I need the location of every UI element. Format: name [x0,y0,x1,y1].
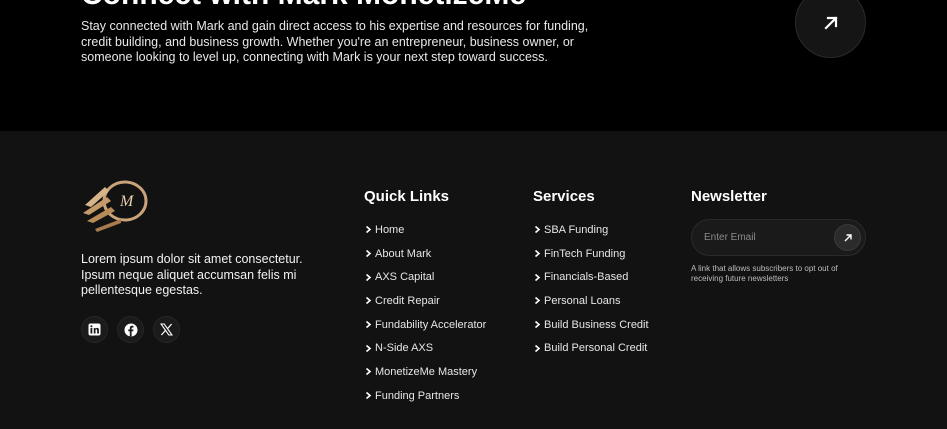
services-link-label: Personal Loans [544,294,621,307]
chevron-right-icon [534,226,541,234]
services-link-build-personal-credit[interactable]: Build Personal Credit [533,336,649,360]
chevron-right-icon [534,344,541,352]
quick-link-fundability-accelerator[interactable]: Fundability Accelerator [364,313,486,337]
facebook-link[interactable] [117,316,144,343]
chevron-right-icon [365,297,372,305]
chevron-right-icon [365,392,372,400]
newsletter-note: A link that allows subscribers to opt ou… [691,264,838,283]
chevron-right-icon [365,273,372,281]
quick-link-axs-capital[interactable]: AXS Capital [364,265,486,289]
svg-text:M: M [119,193,135,210]
newsletter-form [691,219,866,256]
chevron-right-icon [534,297,541,305]
linkedin-link[interactable] [81,316,108,343]
services-link-sba-funding[interactable]: SBA Funding [533,218,649,242]
social-links [81,316,180,343]
quick-link-label: About Mark [375,247,432,260]
services-link-financials-based[interactable]: Financials-Based [533,265,649,289]
newsletter-email-input[interactable] [704,220,832,255]
chevron-right-icon [365,249,372,258]
chevron-right-icon [365,368,372,376]
x-twitter-link[interactable] [153,316,180,343]
quick-link-label: AXS Capital [375,271,435,284]
services-link-personal-loans[interactable]: Personal Loans [533,289,649,313]
quick-link-label: Credit Repair [375,294,440,307]
quick-link-credit-repair[interactable]: Credit Repair [364,289,486,313]
quick-link-label: Fundability Accelerator [375,318,487,331]
logo-mark-icon: M [83,180,148,232]
services-column: Services SBA Funding FinTech Funding Finan… [533,188,649,360]
chevron-right-icon [365,226,372,234]
services-heading: Services [533,188,595,205]
quick-link-label: Funding Partners [375,389,460,402]
services-list: SBA Funding FinTech Funding Financials-Bas… [533,218,649,360]
newsletter-column: Newsletter A link that allows subscriber… [691,188,866,283]
newsletter-submit-button[interactable] [834,224,861,251]
cta-description: Stay connected with Mark and gain direct… [81,19,589,64]
cta-section: Connect with Mark MonetizeMe Stay connec… [0,0,947,131]
chevron-right-icon [365,344,372,352]
quick-link-about-mark[interactable]: About Mark [364,242,486,266]
cta-title: Connect with Mark MonetizeMe [81,0,526,12]
arrow-up-right-icon [823,15,838,30]
chevron-right-icon [534,249,541,258]
linkedin-icon [88,323,101,336]
chevron-right-icon [365,320,372,329]
footer: M Lorem ipsum dolor sit amet consectetur… [0,131,947,429]
quick-link-funding-partners[interactable]: Funding Partners [364,384,486,408]
quick-link-label: N-Side AXS [375,342,434,355]
chevron-right-icon [534,273,541,281]
quick-link-monetizeme-mastery[interactable]: MonetizeMe Mastery [364,360,486,384]
quick-links-column: Quick Links Home About Mark AXS Capital Cre… [364,188,486,408]
quick-link-label: Home [375,223,405,236]
quick-link-label: MonetizeMe Mastery [375,365,478,378]
newsletter-heading: Newsletter [691,188,767,205]
chevron-right-icon [534,320,541,329]
quick-links-heading: Quick Links [364,188,450,205]
cta-arrow-button[interactable] [795,0,866,58]
x-twitter-icon [160,323,173,336]
brand-logo[interactable]: M [81,175,149,235]
services-link-fintech-funding[interactable]: FinTech Funding [533,242,649,266]
services-link-label: Financials-Based [544,271,629,284]
services-link-label: FinTech Funding [544,247,626,260]
footer-about-text: Lorem ipsum dolor sit amet consectetur. … [81,252,303,297]
quick-link-n-side-axs[interactable]: N-Side AXS [364,336,486,360]
arrow-up-right-icon [844,233,852,241]
services-link-build-business-credit[interactable]: Build Business Credit [533,313,649,337]
quick-links-list: Home About Mark AXS Capital Credit Repair Fu… [364,218,486,408]
services-link-label: SBA Funding [544,223,609,236]
services-link-label: Build Personal Credit [544,342,648,355]
facebook-icon [124,323,137,336]
quick-link-home[interactable]: Home [364,218,486,242]
services-link-label: Build Business Credit [544,318,649,331]
